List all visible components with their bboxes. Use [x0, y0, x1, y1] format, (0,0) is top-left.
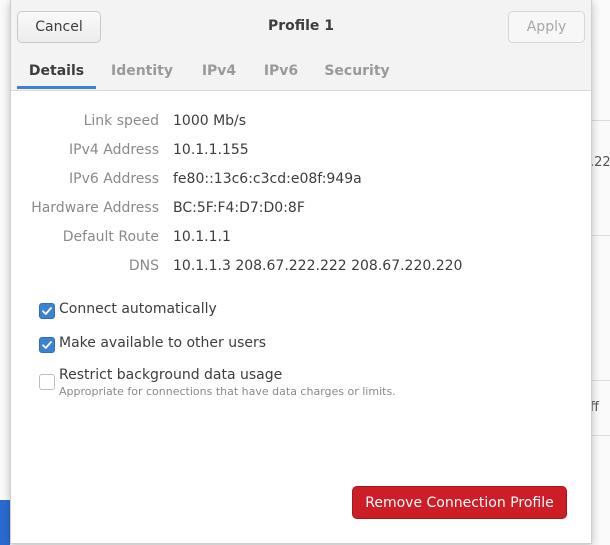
restrict-background-description: Appropriate for connections that have da…	[59, 385, 396, 398]
restrict-background-label: Restrict background data usage	[59, 367, 283, 383]
detail-value: BC:5F:F4:D7:D0:8F	[173, 200, 305, 216]
detail-value: 10.1.1.3 208.67.222.222 208.67.220.220	[173, 258, 463, 274]
detail-label: DNS	[128, 258, 159, 274]
detail-label: Link speed	[83, 113, 159, 129]
tab-ipv6[interactable]: IPv6	[256, 52, 306, 89]
restrict-background-checkbox[interactable]	[39, 374, 55, 390]
tab-bar: Details Identity IPv4 IPv6 Security	[11, 52, 591, 91]
apply-button[interactable]: Apply	[508, 11, 585, 43]
checkmark-icon	[42, 307, 52, 315]
background-accent-strip	[0, 500, 10, 545]
available-to-others-checkbox[interactable]	[39, 337, 55, 353]
dialog-title: Profile 1	[267, 18, 335, 34]
checkmark-icon	[42, 341, 52, 349]
detail-row-dns: DNS 10.1.1.3 208.67.222.222 208.67.220.2…	[11, 258, 591, 280]
detail-value: 10.1.1.155	[173, 142, 249, 158]
background-text-fragment: .22	[590, 155, 610, 170]
tab-ipv4[interactable]: IPv4	[194, 52, 244, 89]
remove-connection-profile-button[interactable]: Remove Connection Profile	[352, 486, 567, 519]
background-divider	[590, 120, 610, 121]
tab-security[interactable]: Security	[321, 52, 393, 89]
background-divider	[590, 435, 610, 436]
detail-row-default-route: Default Route 10.1.1.1	[11, 229, 591, 251]
tab-details[interactable]: Details	[17, 52, 96, 89]
details-panel: Link speed 1000 Mb/s IPv4 Address 10.1.1…	[11, 91, 591, 543]
dialog-header: Cancel Profile 1 Apply	[11, 0, 591, 53]
detail-row-link-speed: Link speed 1000 Mb/s	[11, 113, 591, 135]
detail-row-ipv6-address: IPv6 Address fe80::13c6:c3cd:e08f:949a	[11, 171, 591, 193]
detail-label: Hardware Address	[31, 200, 159, 216]
detail-row-ipv4-address: IPv4 Address 10.1.1.155	[11, 142, 591, 164]
detail-label: IPv4 Address	[69, 142, 159, 158]
detail-value: fe80::13c6:c3cd:e08f:949a	[173, 171, 362, 187]
detail-row-hardware-address: Hardware Address BC:5F:F4:D7:D0:8F	[11, 200, 591, 222]
detail-label: Default Route	[62, 229, 159, 245]
connect-automatically-label: Connect automatically	[59, 301, 217, 317]
available-to-others-label: Make available to other users	[59, 335, 267, 351]
detail-label: IPv6 Address	[69, 171, 159, 187]
connect-automatically-checkbox[interactable]	[39, 303, 55, 319]
background-divider	[590, 380, 610, 381]
background-divider	[590, 235, 610, 236]
detail-value: 1000 Mb/s	[173, 113, 247, 129]
connection-profile-dialog: Cancel Profile 1 Apply Details Identity …	[10, 0, 592, 544]
tab-identity[interactable]: Identity	[104, 52, 180, 89]
detail-value: 10.1.1.1	[173, 229, 231, 245]
